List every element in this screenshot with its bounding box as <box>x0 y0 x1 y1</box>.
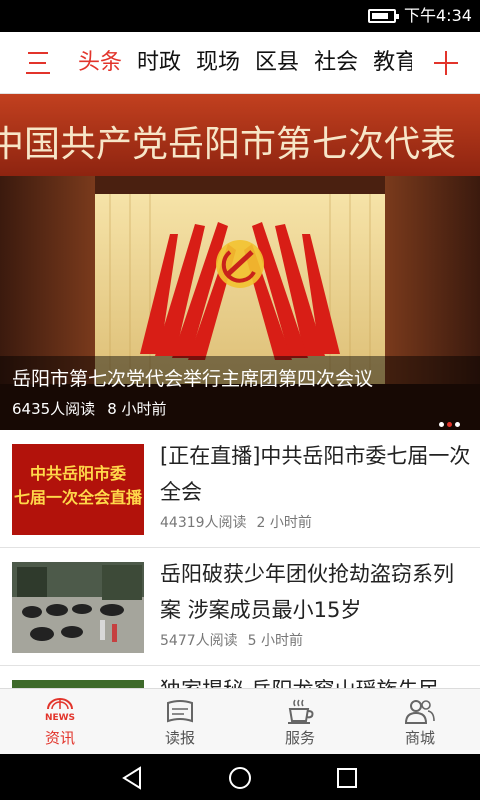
tab-shehui[interactable]: 社会 <box>314 32 358 94</box>
tab-jiaoyu[interactable]: 教育 <box>373 32 412 94</box>
news-thumbnail: 中共岳阳市委 七届一次全会直播 <box>12 444 144 535</box>
tab-toutiao[interactable]: 头条 <box>78 32 122 94</box>
bottom-tab-service[interactable]: 服务 <box>240 689 360 755</box>
users-icon <box>404 700 435 724</box>
news-item[interactable]: 独家揭秘 岳阳龙窖山瑶族先民 <box>0 666 480 688</box>
menu-icon[interactable] <box>26 52 50 74</box>
news-time: 2 小时前 <box>256 515 312 531</box>
thumbnail-caption: 中共岳阳市委 <box>29 464 126 483</box>
tab-shizheng[interactable]: 时政 <box>137 32 181 94</box>
news-thumbnail <box>12 680 144 688</box>
news-time: 5 小时前 <box>247 633 303 649</box>
tab-quxian[interactable]: 区县 <box>255 32 299 94</box>
news-title: [正在直播]中共岳阳市委七届一次全会 <box>160 444 471 504</box>
carousel-indicator <box>439 412 463 430</box>
bottom-tab-label: 服务 <box>284 729 315 747</box>
category-tabs: 头条 时政 现场 区县 社会 教育 <box>78 32 412 94</box>
carousel-dot <box>447 422 452 427</box>
coffee-cup-icon <box>288 699 314 724</box>
news-meta: 5477人阅读 5 小时前 <box>160 630 313 650</box>
news-read-count: 5477人阅读 <box>160 633 238 649</box>
newspaper-icon <box>167 700 193 723</box>
bottom-tab-mall[interactable]: 商城 <box>360 689 480 755</box>
hero-carousel[interactable]: 中国共产党岳阳市第七次代表 岳阳市第七次党代会举行主席团第四次会议 6435人阅… <box>0 94 480 430</box>
thumbnail-caption: 七届一次全会直播 <box>13 488 142 507</box>
top-nav: 头条 时政 现场 区县 社会 教育 <box>0 32 480 94</box>
bottom-tab-label: 商城 <box>404 729 435 747</box>
hero-meta: 6435人阅读 8 小时前 <box>12 398 179 420</box>
news-title: 独家揭秘 岳阳龙窖山瑶族先民 <box>160 672 472 688</box>
hero-title: 岳阳市第七次党代会举行主席团第四次会议 <box>12 368 374 390</box>
news-read-count: 44319人阅读 <box>160 515 247 531</box>
bottom-tab-news[interactable]: NEWS 资讯 <box>0 689 120 755</box>
hero-banner-text: 中国共产党岳阳市第七次代表 <box>0 124 456 165</box>
tab-xianchang[interactable]: 现场 <box>196 32 240 94</box>
carousel-dot <box>455 422 460 427</box>
system-nav-bar <box>0 754 480 800</box>
status-time: 下午4:34 <box>404 6 472 25</box>
news-icon: NEWS <box>45 698 75 723</box>
bottom-tab-label: 读报 <box>164 729 195 747</box>
hero-time: 8 小时前 <box>107 400 167 418</box>
recents-icon[interactable] <box>334 765 360 791</box>
hero-read-count: 6435人阅读 <box>12 400 96 418</box>
carousel-dot <box>439 422 444 427</box>
news-thumbnail <box>12 562 144 653</box>
bottom-tab-newspaper[interactable]: 读报 <box>120 689 240 755</box>
news-title: 岳阳破获少年团伙抢劫盗窃系列案 涉案成员最小15岁 <box>160 562 454 622</box>
bottom-tab-label: 资讯 <box>44 729 75 747</box>
back-icon[interactable] <box>120 765 146 791</box>
bottom-tab-bar: NEWS 资讯 读报 服务 商城 <box>0 688 480 754</box>
home-icon[interactable] <box>227 765 253 791</box>
news-meta: 44319人阅读 2 小时前 <box>160 512 322 532</box>
news-icon-badge: NEWS <box>45 713 75 723</box>
news-item[interactable]: 岳阳破获少年团伙抢劫盗窃系列案 涉案成员最小15岁 5477人阅读 5 小时前 <box>0 548 480 666</box>
add-channel-icon[interactable] <box>434 51 458 75</box>
battery-icon <box>368 9 399 23</box>
news-item[interactable]: 中共岳阳市委 七届一次全会直播 [正在直播]中共岳阳市委七届一次全会 44319… <box>0 430 480 548</box>
status-bar: 下午4:34 <box>0 0 480 32</box>
